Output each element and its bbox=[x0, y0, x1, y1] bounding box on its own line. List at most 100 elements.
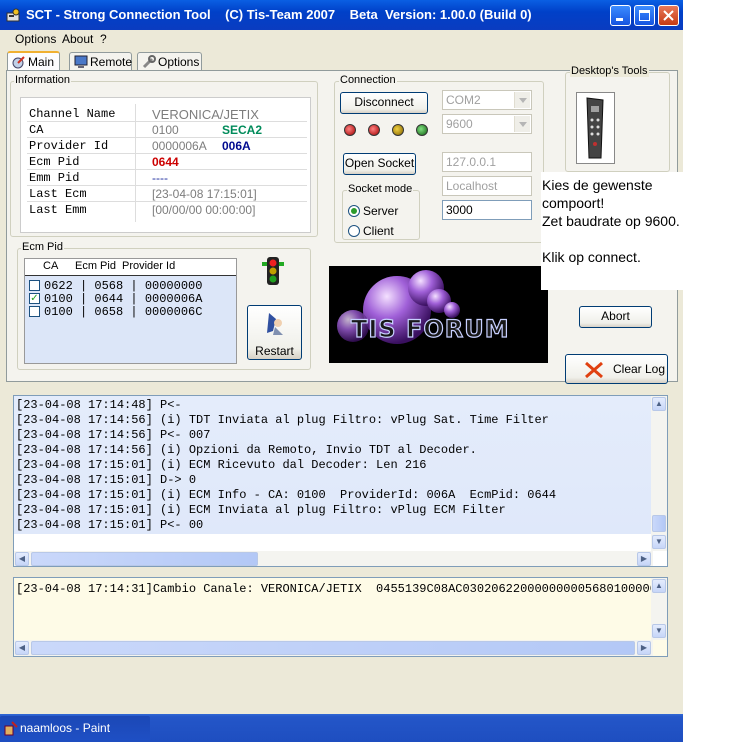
socket-mode-title: Socket mode bbox=[347, 183, 414, 195]
host-field[interactable]: Localhost bbox=[442, 176, 532, 196]
ip-value: 127.0.0.1 bbox=[446, 155, 497, 169]
log-line: [23-04-08 17:15:01] (i) ECM Ricevuto dal… bbox=[16, 458, 427, 472]
channel-log-panel[interactable]: [23-04-08 17:14:31]Cambio Canale: VERONI… bbox=[13, 577, 668, 657]
baud-select[interactable]: 9600 bbox=[442, 114, 532, 134]
server-radio[interactable] bbox=[348, 205, 360, 217]
ecm-pid-list[interactable]: CA Ecm Pid Provider Id 0622 | 0568 | 000… bbox=[24, 258, 237, 364]
restart-label: Restart bbox=[255, 344, 294, 358]
tab-remote-label: Remote bbox=[90, 55, 133, 69]
disconnect-button[interactable]: Disconnect bbox=[340, 92, 428, 114]
ca-value: 0100 bbox=[152, 123, 179, 137]
log-line: [23-04-08 17:15:01] P<- 00 bbox=[16, 518, 204, 532]
channel-log-horizontal-scrollbar[interactable]: ◀ ▶ bbox=[14, 640, 653, 656]
maximize-button[interactable] bbox=[634, 5, 655, 26]
menu-about[interactable]: About bbox=[62, 32, 93, 46]
scroll-up-icon[interactable]: ▲ bbox=[652, 579, 666, 593]
log-line: [23-04-08 17:14:56] P<- 007 bbox=[16, 428, 211, 442]
menu-options[interactable]: Options bbox=[15, 32, 56, 46]
channel-log-vertical-scrollbar[interactable]: ▲ ▼ bbox=[651, 578, 667, 640]
tools-icon bbox=[142, 55, 156, 69]
ecm-row-text: 0100 | 0644 | 0000006A bbox=[44, 292, 203, 306]
log-vertical-scrollbar[interactable]: ▲ ▼ bbox=[651, 396, 667, 551]
traffic-light-icon bbox=[262, 257, 284, 285]
header-ca: CA bbox=[43, 260, 59, 272]
minimize-icon bbox=[616, 18, 623, 21]
scroll-right-icon[interactable]: ▶ bbox=[637, 552, 651, 566]
provider-id-short: 006A bbox=[222, 139, 251, 153]
restart-button[interactable]: Restart bbox=[247, 305, 302, 360]
ecm-row-text: 0622 | 0568 | 00000000 bbox=[44, 279, 203, 293]
header-ecm-pid: Ecm Pid bbox=[75, 260, 116, 272]
last-emm-value: [00/00/00 00:00:00] bbox=[152, 203, 256, 217]
port-select[interactable]: COM2 bbox=[442, 90, 532, 110]
chevron-down-icon bbox=[514, 116, 530, 132]
led-red-icon bbox=[344, 124, 356, 136]
ecm-row-checkbox[interactable] bbox=[29, 280, 40, 291]
abort-button[interactable]: Abort bbox=[579, 306, 652, 328]
chevron-down-icon bbox=[514, 92, 530, 108]
socket-port-value: 3000 bbox=[446, 203, 473, 217]
ecm-row-checkbox[interactable]: ✓ bbox=[29, 293, 40, 304]
info-row-divider bbox=[27, 137, 307, 138]
ca-system: SECA2 bbox=[222, 123, 263, 137]
tab-options[interactable]: Options bbox=[137, 52, 202, 70]
log-line: [23-04-08 17:15:01] (i) ECM Info - CA: 0… bbox=[16, 488, 557, 502]
note-line: Klik op connect. bbox=[542, 249, 641, 265]
log-panel[interactable]: [23-04-08 17:14:48] P<- [23-04-08 17:14:… bbox=[13, 395, 668, 567]
scroll-down-icon[interactable]: ▼ bbox=[652, 624, 666, 638]
taskbar-item-paint[interactable]: naamloos - Paint bbox=[0, 716, 150, 740]
provider-id-value: 0000006A bbox=[152, 139, 207, 153]
channel-name-value: VERONICA/JETIX bbox=[152, 107, 259, 122]
maximize-icon bbox=[639, 10, 650, 21]
header-provider-id: Provider Id bbox=[122, 260, 176, 272]
information-table: Channel Name VERONICA/JETIX CA 0100 SECA… bbox=[20, 97, 311, 233]
scroll-thumb[interactable] bbox=[31, 641, 635, 655]
tis-forum-banner[interactable]: TIS FORUM bbox=[329, 266, 548, 363]
wizard-icon bbox=[267, 313, 283, 335]
scroll-left-icon[interactable]: ◀ bbox=[15, 641, 29, 655]
client-radio[interactable] bbox=[348, 225, 360, 237]
ip-field[interactable]: 127.0.0.1 bbox=[442, 152, 532, 172]
led-green-icon bbox=[416, 124, 428, 136]
close-button[interactable] bbox=[658, 5, 679, 26]
last-ecm-value: [23-04-08 17:15:01] bbox=[152, 187, 257, 201]
scroll-thumb[interactable] bbox=[31, 552, 258, 566]
tab-main[interactable]: Main bbox=[7, 51, 60, 71]
ecm-row-checkbox[interactable] bbox=[29, 306, 40, 317]
tab-remote[interactable]: Remote bbox=[69, 52, 132, 70]
tab-options-label: Options bbox=[158, 55, 200, 69]
note-line: Kies de gewenste bbox=[542, 177, 653, 193]
remote-control-icon bbox=[586, 97, 604, 159]
led-red-icon bbox=[368, 124, 380, 136]
scroll-right-icon[interactable]: ▶ bbox=[637, 641, 651, 655]
log-line: [23-04-08 17:14:56] (i) Opzioni da Remot… bbox=[16, 443, 477, 457]
scroll-up-icon[interactable]: ▲ bbox=[652, 397, 666, 411]
taskbar-item-label: naamloos - Paint bbox=[20, 721, 111, 735]
desktop-tools-title: Desktop's Tools bbox=[570, 65, 649, 77]
emm-pid-value: ---- bbox=[152, 171, 168, 185]
clear-log-button[interactable]: Clear Log bbox=[565, 354, 668, 384]
ca-label: CA bbox=[29, 123, 44, 137]
satellite-icon bbox=[12, 56, 25, 69]
paint-icon bbox=[4, 721, 18, 736]
ecm-pid-header: CA Ecm Pid Provider Id bbox=[25, 259, 236, 276]
socket-port-field[interactable]: 3000 bbox=[442, 200, 532, 220]
remote-tool-button[interactable] bbox=[576, 92, 615, 164]
clear-log-label: Clear Log bbox=[613, 362, 666, 376]
menu-help[interactable]: ? bbox=[100, 32, 107, 46]
log-horizontal-scrollbar[interactable]: ◀ ▶ bbox=[14, 551, 653, 566]
provider-id-label: Provider Id bbox=[29, 139, 109, 153]
info-row-divider bbox=[27, 185, 307, 186]
title-bar[interactable]: SCT - Strong Connection Tool (C) Tis-Tea… bbox=[0, 0, 683, 30]
scroll-left-icon[interactable]: ◀ bbox=[15, 552, 29, 566]
scroll-down-icon[interactable]: ▼ bbox=[652, 535, 666, 549]
note-line: Zet baudrate op 9600. bbox=[542, 213, 680, 229]
open-socket-button[interactable]: Open Socket bbox=[343, 153, 416, 175]
ecm-row-text: 0100 | 0658 | 0000006C bbox=[44, 305, 203, 319]
connection-title: Connection bbox=[339, 74, 397, 86]
taskbar: naamloos - Paint bbox=[0, 714, 683, 742]
log-line: [23-04-08 17:14:48] P<- bbox=[16, 398, 182, 412]
minimize-button[interactable] bbox=[610, 5, 631, 26]
scroll-thumb[interactable] bbox=[652, 515, 666, 532]
window-title: SCT - Strong Connection Tool (C) Tis-Tea… bbox=[26, 7, 532, 22]
